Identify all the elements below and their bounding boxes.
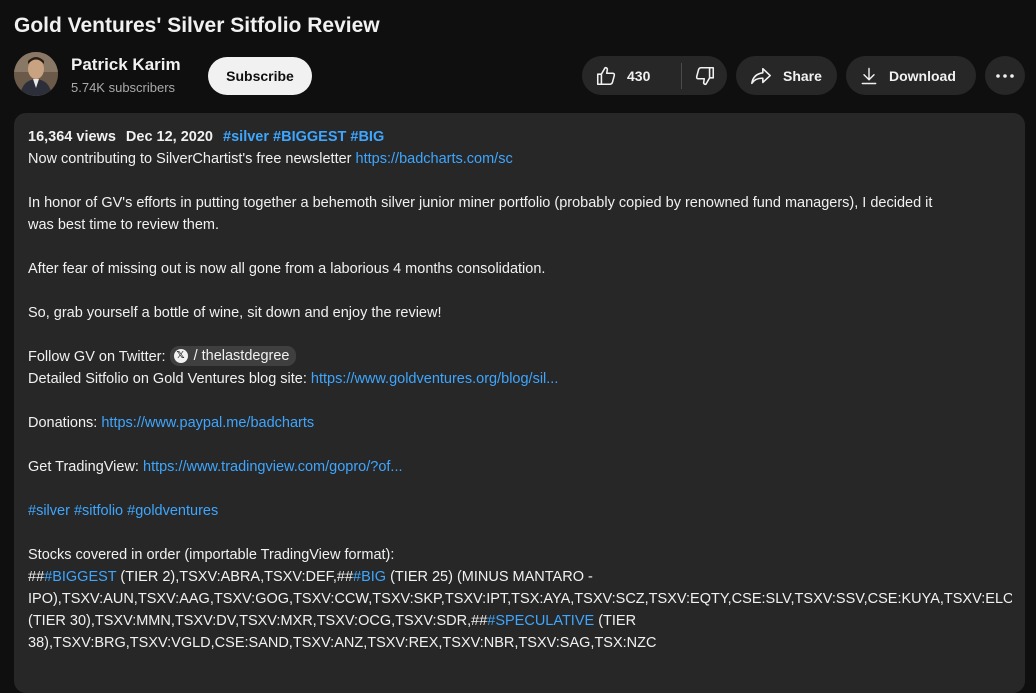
paragraph-text: So, grab yourself a bottle of wine, sit … [28, 305, 442, 321]
hashtag-link[interactable]: #goldventures [127, 503, 218, 519]
subscriber-count: 5.74K subscribers [71, 80, 176, 95]
like-count: 430 [627, 67, 651, 84]
like-dislike-group: 430 [582, 56, 727, 95]
thumbs-down-icon [695, 66, 714, 85]
newsletter-link[interactable]: https://badcharts.com/sc [356, 151, 513, 167]
donations-link[interactable]: https://www.paypal.me/badcharts [101, 415, 314, 431]
download-label: Download [889, 67, 956, 84]
description-body: 16,364 views Dec 12, 2020 #silver #BIGGE… [28, 126, 1012, 654]
blog-line: Detailed Sitfolio on Gold Ventures blog … [28, 368, 1012, 390]
stocks-text: ## [28, 569, 45, 585]
hashtags-line: #silver #sitfolio #goldventures [28, 500, 1012, 522]
hashtag-link[interactable]: #silver [223, 129, 269, 145]
newsletter-line: Now contributing to SilverChartist's fre… [28, 148, 1012, 170]
tradingview-line: Get TradingView: https://www.tradingview… [28, 456, 1012, 478]
description-meta: 16,364 views Dec 12, 2020 #silver #BIGGE… [28, 126, 1012, 148]
stocks-line: 38),TSXV:BRG,TSXV:VGLD,CSE:SAND,TSXV:ANZ… [28, 635, 657, 651]
paragraph-text: In honor of GV's efforts in putting toge… [28, 195, 933, 211]
stocks-heading: Stocks covered in order (importable Trad… [28, 547, 395, 563]
hashtag-link[interactable]: #BIG [350, 129, 384, 145]
download-icon [861, 67, 877, 84]
donations-label: Donations: [28, 415, 102, 431]
twitter-label: Follow GV on Twitter: [28, 349, 170, 365]
paragraph-text: was best time to review them. [28, 217, 219, 233]
share-label: Share [783, 67, 822, 84]
paragraph-text: After fear of missing out is now all gon… [28, 261, 546, 277]
hashtag-link[interactable]: #silver [28, 503, 70, 519]
hashtag-link[interactable]: #BIGGEST [273, 129, 346, 145]
twitter-line: Follow GV on Twitter: 𝕏 / thelastdegree [28, 346, 1012, 368]
newsletter-text: Now contributing to SilverChartist's fre… [28, 151, 356, 167]
share-arrow-icon [751, 67, 771, 84]
stocks-text: (TIER 2),TSXV:ABRA,TSXV:DEF,## [116, 569, 354, 585]
more-actions-button[interactable] [985, 56, 1025, 95]
hashtag-link[interactable]: #BIGGEST [44, 569, 116, 585]
channel-name[interactable]: Patrick Karim [71, 54, 181, 76]
tradingview-label: Get TradingView: [28, 459, 143, 475]
twitter-chip[interactable]: 𝕏 / thelastdegree [169, 346, 296, 367]
thumbs-up-icon [596, 66, 616, 85]
stocks-text: (TIER 25) (MINUS MANTARO - [386, 569, 593, 585]
like-button[interactable]: 430 [582, 56, 669, 95]
twitter-handle: / thelastdegree [193, 348, 290, 365]
dislike-button[interactable] [682, 56, 727, 95]
donations-line: Donations: https://www.paypal.me/badchar… [28, 412, 1012, 434]
stocks-line: IPO),TSXV:AUN,TSXV:AAG,TSXV:GOG,TSXV:CCW… [28, 591, 1012, 607]
hashtag-link[interactable]: #SPECULATIVE [487, 613, 594, 629]
stocks-line: ###BIGGEST (TIER 2),TSXV:ABRA,TSXV:DEF,#… [28, 566, 1012, 588]
more-horizontal-icon [996, 73, 1014, 78]
blog-link[interactable]: https://www.goldventures.org/blog/sil... [311, 371, 558, 387]
download-button[interactable]: Download [846, 56, 976, 95]
view-count: 16,364 views [28, 129, 116, 145]
share-button[interactable]: Share [736, 56, 837, 95]
avatar-image [14, 52, 58, 96]
x-logo-icon: 𝕏 [173, 349, 188, 364]
stocks-text: (TIER [594, 613, 637, 629]
video-title: Gold Ventures' Silver Sitfolio Review [14, 14, 380, 37]
stocks-line: (TIER 30),TSXV:MMN,TSXV:DV,TSXV:MXR,TSXV… [28, 610, 1012, 632]
hashtag-link[interactable]: #BIG [353, 569, 386, 585]
hashtag-link[interactable]: #sitfolio [74, 503, 123, 519]
channel-avatar[interactable] [14, 52, 58, 96]
blog-label: Detailed Sitfolio on Gold Ventures blog … [28, 371, 311, 387]
stocks-text: (TIER 30),TSXV:MMN,TSXV:DV,TSXV:MXR,TSXV… [28, 613, 488, 629]
upload-date: Dec 12, 2020 [125, 129, 213, 145]
subscribe-button[interactable]: Subscribe [208, 57, 312, 95]
tradingview-link[interactable]: https://www.tradingview.com/gopro/?of... [143, 459, 403, 475]
description-panel[interactable]: 16,364 views Dec 12, 2020 #silver #BIGGE… [14, 113, 1025, 693]
